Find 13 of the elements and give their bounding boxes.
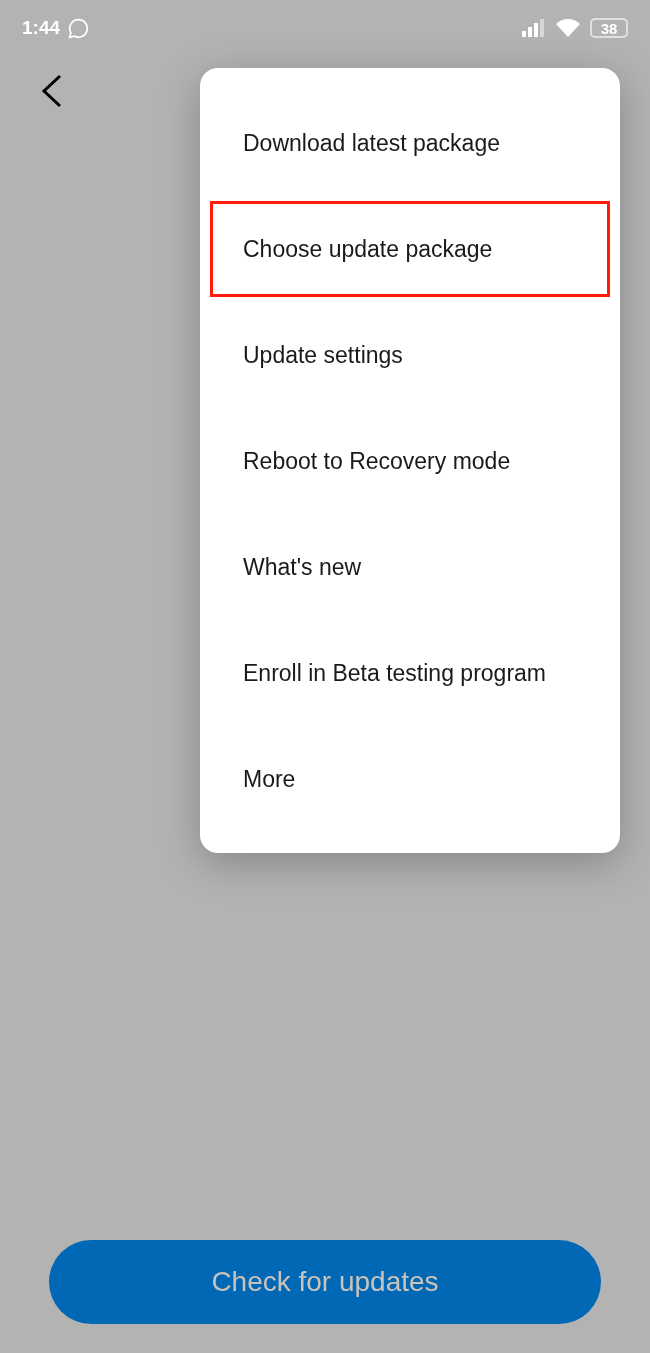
menu-item[interactable]: What's new (210, 519, 610, 615)
battery-level: 38 (600, 20, 618, 36)
status-time: 1:44 (22, 15, 61, 40)
wifi-icon (556, 19, 580, 37)
menu-item[interactable]: Enroll in Beta testing program (210, 625, 610, 721)
menu-item[interactable]: More (210, 731, 610, 827)
menu-item[interactable]: Choose update package (210, 201, 610, 297)
menu-item[interactable]: Download latest package (210, 95, 610, 191)
menu-item[interactable]: Reboot to Recovery mode (210, 413, 610, 509)
menu-item[interactable]: Update settings (210, 307, 610, 403)
signal-icon (522, 19, 546, 37)
chat-bubble-icon (68, 17, 90, 39)
back-icon[interactable] (40, 74, 64, 108)
